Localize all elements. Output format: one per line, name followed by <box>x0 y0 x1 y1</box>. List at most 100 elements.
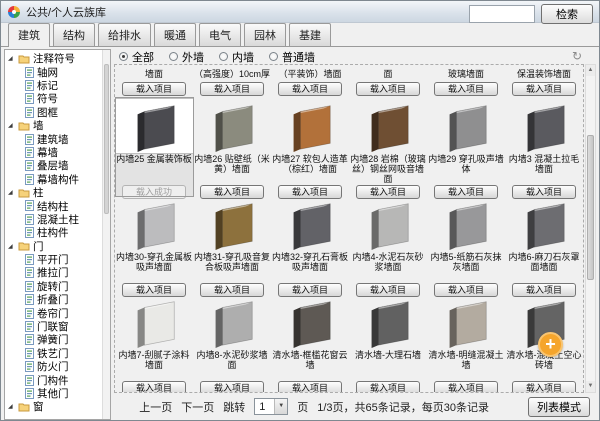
filter-radio[interactable]: 内墙 <box>219 49 254 65</box>
load-into-project-button[interactable]: 载入项目 <box>278 82 342 96</box>
family-doc-icon <box>25 80 34 91</box>
family-card[interactable]: 内墙4-水泥石灰砂浆墙面 载入项目 <box>350 196 427 294</box>
tree-row[interactable]: ◢ 其他门 <box>8 387 100 400</box>
family-card[interactable]: 内墙26 贴壁纸（米黄）墙面 载入项目 <box>194 98 271 196</box>
tree-row[interactable]: ◢ 弹簧门 <box>8 333 100 346</box>
next-page-link[interactable]: 下一页 <box>181 399 214 415</box>
family-card[interactable]: 墙面 载入项目 <box>116 68 193 98</box>
category-tab[interactable]: 结构 <box>53 23 95 46</box>
load-into-project-button[interactable]: 载入项目 <box>122 82 186 96</box>
load-into-project-button[interactable]: 载入项目 <box>434 381 498 393</box>
tree-row[interactable]: ◢ 卷帘门 <box>8 306 100 319</box>
load-into-project-button[interactable]: 载入项目 <box>434 82 498 96</box>
grid-scrollbar-thumb[interactable] <box>587 135 594 280</box>
tree-row[interactable]: ◢ 旋转门 <box>8 280 100 293</box>
tree-row[interactable]: ◢ 符号 <box>8 92 100 105</box>
tree-row[interactable]: ◢ 标记 <box>8 79 100 92</box>
refresh-icon[interactable]: ↻ <box>572 49 582 63</box>
filter-label: 普通墙 <box>282 49 315 65</box>
category-tab[interactable]: 暖通 <box>154 23 196 46</box>
family-card[interactable]: 玻璃墙面 载入项目 <box>428 68 505 98</box>
load-into-project-button[interactable]: 载入项目 <box>278 381 342 393</box>
family-doc-icon <box>25 361 34 372</box>
tree-row[interactable]: ◢ 幕墙 <box>8 146 100 159</box>
sidebar-scrollbar-thumb[interactable] <box>104 64 109 214</box>
family-card[interactable]: 内墙32-穿孔石膏板吸声墙面 载入项目 <box>272 196 349 294</box>
wall-thumbnail <box>506 197 583 251</box>
family-card[interactable]: 内墙25 金属装饰板 载入成功 <box>116 98 193 196</box>
family-card[interactable]: （高强度）10cm厚 载入项目 <box>194 68 271 98</box>
category-tab[interactable]: 建筑 <box>8 23 50 47</box>
tree-row[interactable]: ◢ 墙 <box>8 119 100 132</box>
expand-triangle-icon[interactable]: ◢ <box>8 403 15 410</box>
tree-row[interactable]: ◢ 铁艺门 <box>8 347 100 360</box>
tab-label: 建筑 <box>18 30 40 42</box>
family-card[interactable]: 清水墙-框槛花窗云墙 载入项目 <box>272 294 349 392</box>
family-card[interactable]: 内墙8-水泥砂浆墙面 载入项目 <box>194 294 271 392</box>
expand-triangle-icon[interactable]: ◢ <box>8 243 15 250</box>
load-into-project-button[interactable]: 载入项目 <box>356 82 420 96</box>
tree-row[interactable]: ◢ 折叠门 <box>8 293 100 306</box>
sidebar-scrollbar[interactable] <box>102 50 110 419</box>
tree-row[interactable]: ◢ 推拉门 <box>8 266 100 279</box>
filter-radio[interactable]: 全部 <box>119 49 154 65</box>
load-into-project-button[interactable]: 载入项目 <box>512 381 576 393</box>
load-into-project-button[interactable]: 载入项目 <box>512 82 576 96</box>
category-tab[interactable]: 给排水 <box>98 23 151 46</box>
grid-scrollbar[interactable]: ▲ ▼ <box>585 64 596 393</box>
load-into-project-button[interactable]: 载入项目 <box>200 381 264 393</box>
tree-row[interactable]: ◢ 叠层墙 <box>8 159 100 172</box>
load-into-project-button[interactable]: 载入项目 <box>122 381 186 393</box>
family-card[interactable]: 内墙6-麻刀石灰罩面墙面 载入项目 <box>506 196 583 294</box>
list-mode-button[interactable]: 列表模式 <box>528 397 590 417</box>
page-select[interactable]: 1 ▼ <box>254 398 288 415</box>
family-card[interactable]: 内墙5-纸筋石灰抹灰墙面 载入项目 <box>428 196 505 294</box>
tree-row[interactable]: ◢ 混凝土柱 <box>8 213 100 226</box>
family-card[interactable]: （平装饰）墙面 载入项目 <box>272 68 349 98</box>
tree-row[interactable]: ◢ 防火门 <box>8 360 100 373</box>
category-tab[interactable]: 基建 <box>289 23 331 46</box>
search-input[interactable] <box>469 5 535 23</box>
tree-row[interactable]: ◢ 门 <box>8 239 100 252</box>
family-card[interactable]: 内墙29 穿孔吸声墙体 载入项目 <box>428 98 505 196</box>
family-name: 内墙27 软包人造革（棕红）墙面 <box>272 154 349 183</box>
family-card[interactable]: 保温装饰墙面 载入项目 <box>506 68 583 98</box>
scroll-up-arrow-icon[interactable]: ▲ <box>586 65 595 76</box>
tree-row[interactable]: ◢ 门联窗 <box>8 320 100 333</box>
tree-row[interactable]: ◢ 平开门 <box>8 253 100 266</box>
family-card[interactable]: 内墙3 混凝土拉毛墙面 载入项目 <box>506 98 583 196</box>
family-card[interactable]: 面 载入项目 <box>350 68 427 98</box>
load-into-project-button[interactable]: 载入项目 <box>200 82 264 96</box>
tree-row[interactable]: ◢ 轴网 <box>8 65 100 78</box>
tree-row[interactable]: ◢ 柱 <box>8 186 100 199</box>
family-card[interactable]: 内墙27 软包人造革（棕红）墙面 载入项目 <box>272 98 349 196</box>
expand-triangle-icon[interactable]: ◢ <box>8 55 15 62</box>
family-card[interactable]: 内墙31-穿孔吸音复合板吸声墙面 载入项目 <box>194 196 271 294</box>
filter-radio[interactable]: 外墙 <box>169 49 204 65</box>
search-button[interactable]: 检索 <box>541 4 593 24</box>
family-card[interactable]: 内墙30-穿孔金属板吸声墙面 载入项目 <box>116 196 193 294</box>
expand-triangle-icon[interactable]: ◢ <box>8 189 15 196</box>
family-card[interactable]: 内墙7-刮腻子涂料墙面 载入项目 <box>116 294 193 392</box>
tree-row[interactable]: ◢ 窗 <box>8 400 100 413</box>
category-tab[interactable]: 园林 <box>244 23 286 46</box>
family-card[interactable]: 清水墙-大理石墙 载入项目 <box>350 294 427 392</box>
add-upload-fab-button[interactable]: + <box>538 332 563 357</box>
family-doc-icon <box>25 334 34 345</box>
tree-row[interactable]: ◢ 注释符号 <box>8 52 100 65</box>
tree-row[interactable]: ◢ 柱构件 <box>8 226 100 239</box>
tree-row[interactable]: ◢ 幕墙构件 <box>8 173 100 186</box>
family-card[interactable]: 内墙28 岩棉（玻璃丝）钢丝网吸音墙面 载入项目 <box>350 98 427 196</box>
tree-row[interactable]: ◢ 建筑墙 <box>8 132 100 145</box>
category-tab[interactable]: 电气 <box>199 23 241 46</box>
family-card[interactable]: 清水墙-明缝混凝土墙 载入项目 <box>428 294 505 392</box>
scroll-down-arrow-icon[interactable]: ▼ <box>586 381 595 392</box>
chevron-down-icon[interactable]: ▼ <box>274 399 287 414</box>
filter-radio[interactable]: 普通墙 <box>269 49 315 65</box>
tree-row[interactable]: ◢ 门构件 <box>8 373 100 386</box>
prev-page-link[interactable]: 上一页 <box>139 399 172 415</box>
expand-triangle-icon[interactable]: ◢ <box>8 122 15 129</box>
tree-row[interactable]: ◢ 结构柱 <box>8 199 100 212</box>
tree-row[interactable]: ◢ 图框 <box>8 106 100 119</box>
load-into-project-button[interactable]: 载入项目 <box>356 381 420 393</box>
